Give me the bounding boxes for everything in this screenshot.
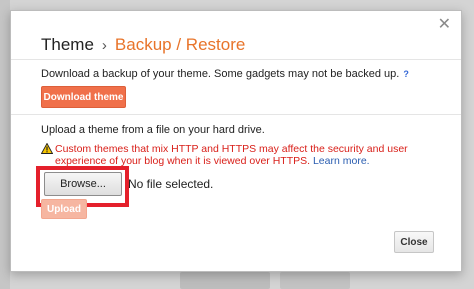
background-element — [180, 272, 270, 289]
background-element — [280, 272, 350, 289]
warning-icon — [41, 143, 53, 154]
breadcrumb: Theme › Backup / Restore — [41, 35, 245, 55]
header-divider — [11, 59, 461, 60]
warning-text: Custom themes that mix HTTP and HTTPS ma… — [55, 143, 435, 167]
learn-more-link[interactable]: Learn more. — [313, 155, 370, 167]
close-icon[interactable]: ✕ — [438, 17, 451, 33]
download-description-text: Download a backup of your theme. Some ga… — [41, 68, 400, 80]
background-sidebar — [0, 0, 10, 289]
browse-button[interactable]: Browse... — [44, 172, 122, 196]
breadcrumb-separator: › — [101, 37, 107, 54]
backup-restore-dialog: ✕ Theme › Backup / Restore Download a back… — [10, 10, 462, 272]
download-theme-button[interactable]: Download theme — [41, 86, 126, 108]
breadcrumb-theme[interactable]: Theme — [41, 35, 94, 54]
upload-button[interactable]: Upload — [41, 199, 87, 219]
download-description: Download a backup of your theme. Some ga… — [41, 68, 409, 80]
section-divider — [11, 114, 461, 115]
close-button[interactable]: Close — [394, 231, 434, 253]
help-icon[interactable]: ? — [403, 69, 409, 79]
file-status: No file selected. — [128, 177, 214, 191]
upload-description: Upload a theme from a file on your hard … — [41, 124, 265, 136]
breadcrumb-current: Backup / Restore — [114, 35, 246, 54]
